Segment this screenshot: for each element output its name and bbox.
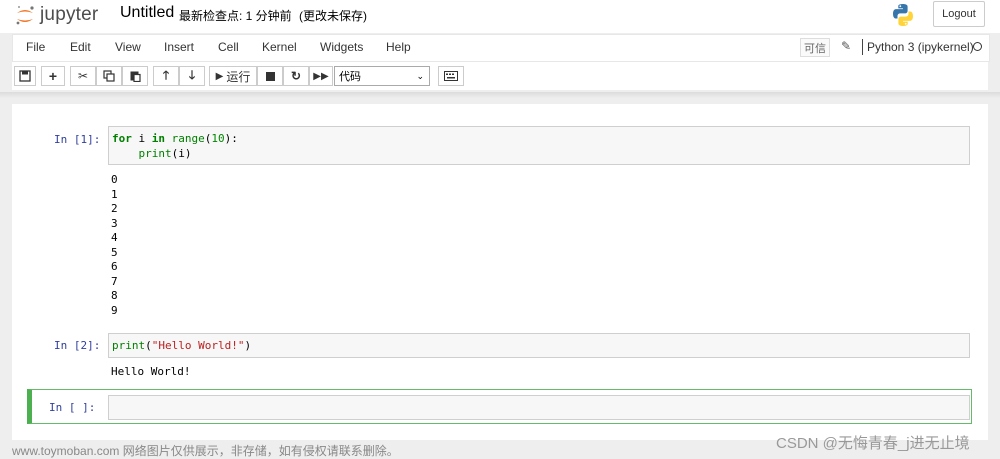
jupyter-logo-text: jupyter: [40, 4, 99, 25]
menu-view[interactable]: View: [115, 40, 141, 54]
chevron-down-icon: ⌄: [416, 71, 424, 81]
output-line: 6: [111, 260, 118, 274]
cell-3-prompt: In [ ]:: [49, 401, 96, 414]
cell-type-value: 代码: [339, 71, 361, 83]
menu-file[interactable]: File: [26, 40, 45, 54]
menu-bar: File Edit View Insert Cell Kernel Widget…: [12, 34, 990, 62]
command-palette-button[interactable]: [438, 66, 464, 86]
run-button[interactable]: ▶ 运行: [209, 66, 257, 86]
toolbar: + ✂ 🡑 🡓 ▶ 运行 ↻ ▶▶ 代码 ⌄: [12, 62, 988, 90]
paste-icon: [130, 71, 141, 82]
jupyter-logo-icon: [14, 4, 36, 26]
output-line: 8: [111, 289, 118, 303]
paste-button[interactable]: [122, 66, 148, 86]
output-line: 3: [111, 216, 118, 230]
run-button-label: 运行: [226, 69, 251, 84]
menu-insert[interactable]: Insert: [164, 40, 194, 54]
save-button[interactable]: [14, 66, 36, 86]
cell-2-prompt: In [2]:: [54, 339, 101, 352]
scissors-icon: ✂: [77, 69, 89, 83]
cell-type-select[interactable]: 代码 ⌄: [334, 66, 430, 86]
insert-cell-button[interactable]: +: [41, 66, 65, 86]
move-down-button[interactable]: 🡓: [179, 66, 205, 86]
menu-cell[interactable]: Cell: [218, 40, 239, 54]
restart-icon: ↻: [290, 69, 302, 83]
output-line: 5: [111, 245, 118, 259]
notebook-name[interactable]: Untitled: [120, 4, 174, 22]
menu-edit[interactable]: Edit: [70, 40, 91, 54]
arrow-down-icon: 🡓: [188, 67, 196, 82]
python-logo-icon: [890, 2, 916, 28]
copy-button[interactable]: [96, 66, 122, 86]
plus-icon: +: [48, 68, 58, 84]
trusted-indicator[interactable]: 可信: [800, 38, 830, 57]
watermark-left: www.toymoban.com 网络图片仅供展示，非存储，如有侵权请联系删除。: [12, 444, 399, 458]
keyboard-icon: [444, 71, 458, 81]
cut-button[interactable]: ✂: [70, 66, 96, 86]
output-line: 1: [111, 187, 118, 201]
kernel-separator: [862, 39, 863, 55]
output-line: 0: [111, 173, 118, 186]
checkpoint-status: 最新检查点: 1 分钟前: [179, 9, 292, 23]
cell-2-output: Hello World!: [111, 365, 191, 378]
jupyter-logo[interactable]: jupyter: [14, 3, 98, 27]
cell-1-output: 0123456789: [111, 173, 118, 318]
edit-mode-pencil-icon: ✎: [841, 39, 852, 53]
output-line: 2: [111, 202, 118, 216]
arrow-up-icon: 🡑: [162, 67, 170, 82]
logout-button[interactable]: Logout: [933, 1, 985, 27]
cell-2-code-line-1: print("Hello World!"): [112, 339, 252, 352]
play-icon: ▶: [215, 70, 224, 82]
cell-1-code-line-1: for i in range(10):: [112, 132, 238, 145]
cell-2-code-input[interactable]: print("Hello World!"): [108, 333, 970, 358]
move-up-button[interactable]: 🡑: [153, 66, 179, 86]
interrupt-kernel-button[interactable]: [257, 66, 283, 86]
notebook-container: In [1]: for i in range(10): print(i) 012…: [12, 104, 988, 440]
menu-kernel[interactable]: Kernel: [262, 40, 297, 54]
cell-1-code-input[interactable]: for i in range(10): print(i): [108, 126, 970, 165]
header-shadow: [0, 92, 1000, 98]
stop-icon: [265, 71, 275, 81]
menu-help[interactable]: Help: [386, 40, 411, 54]
kernel-idle-indicator-icon: [973, 42, 982, 51]
cell-1-prompt: In [1]:: [54, 133, 101, 146]
restart-run-all-button[interactable]: ▶▶: [309, 66, 333, 86]
cell-3-code-input[interactable]: [108, 395, 970, 420]
fast-forward-icon: ▶▶: [313, 70, 329, 82]
restart-kernel-button[interactable]: ↻: [283, 66, 309, 86]
autosave-status: (更改未保存): [299, 9, 367, 23]
output-line: 4: [111, 231, 118, 245]
kernel-name: Python 3 (ipykernel): [867, 40, 974, 54]
save-icon: [19, 70, 31, 82]
output-line: 7: [111, 274, 118, 288]
output-line: 9: [111, 303, 118, 317]
menu-widgets[interactable]: Widgets: [320, 40, 363, 54]
watermark-right: CSDN @无悔青春_j进无止境: [776, 435, 970, 452]
cell-1-code-line-2: print(i): [138, 147, 192, 160]
copy-icon: [103, 70, 115, 82]
header-bar: jupyter Untitled 最新检查点: 1 分钟前 (更改未保存) Lo…: [0, 0, 1000, 33]
